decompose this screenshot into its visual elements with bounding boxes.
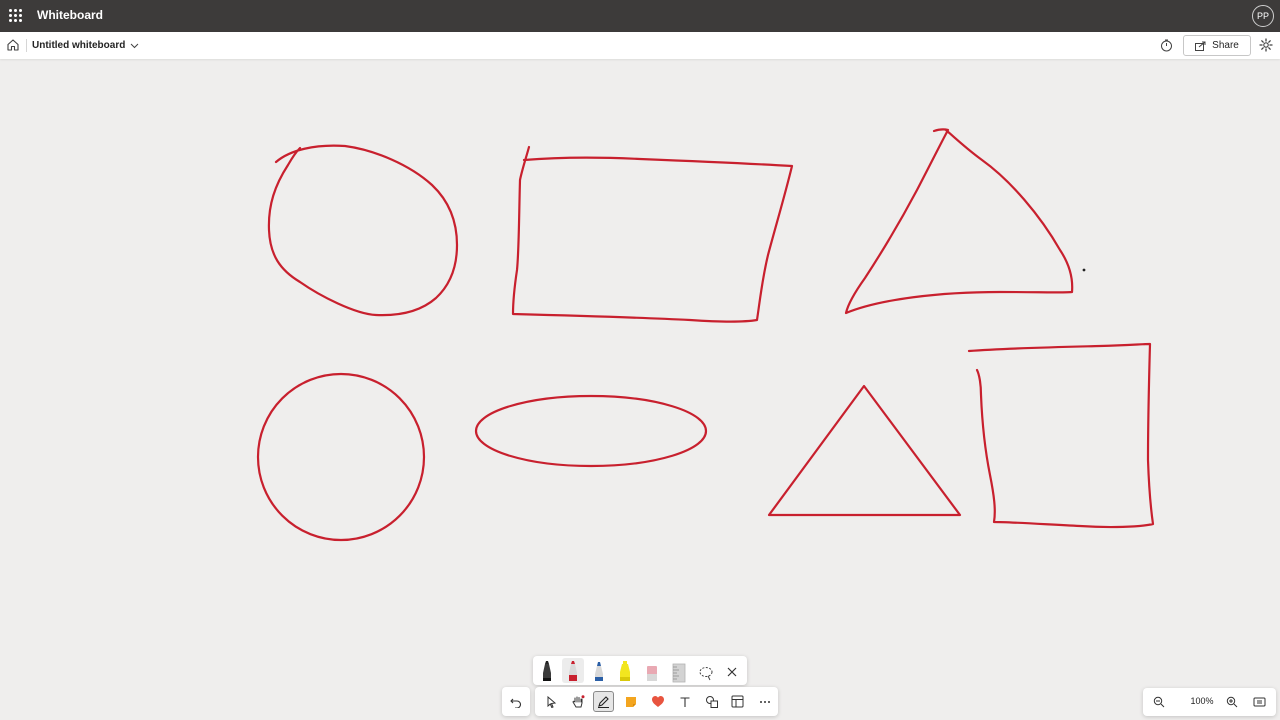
ink-dot[interactable] bbox=[1082, 268, 1086, 272]
main-toolbar bbox=[502, 687, 778, 716]
ink-stroke-rectangle[interactable] bbox=[511, 145, 794, 323]
app-header: Whiteboard PP bbox=[0, 0, 1280, 32]
ink-stroke-circle[interactable] bbox=[267, 144, 459, 317]
ink-shape-ellipse[interactable] bbox=[474, 394, 708, 468]
shapes-icon[interactable] bbox=[701, 691, 722, 712]
ink-stroke-square[interactable] bbox=[967, 342, 1155, 529]
select-icon[interactable] bbox=[540, 691, 561, 712]
document-bar: Untitled whiteboard Share bbox=[0, 32, 1280, 59]
ink-shape-circle[interactable] bbox=[256, 372, 426, 542]
undo-icon[interactable] bbox=[505, 691, 526, 712]
app-title: Whiteboard bbox=[37, 8, 103, 22]
divider bbox=[26, 39, 27, 52]
zoom-in-icon[interactable] bbox=[1224, 694, 1240, 710]
share-icon bbox=[1195, 41, 1206, 51]
document-title-menu[interactable]: Untitled whiteboard bbox=[32, 40, 139, 51]
zoom-level[interactable]: 100% bbox=[1179, 696, 1225, 706]
reactions-heart-icon[interactable] bbox=[647, 691, 668, 712]
document-title: Untitled whiteboard bbox=[32, 40, 126, 51]
eraser-icon[interactable] bbox=[641, 658, 663, 683]
zoom-controls: 100% bbox=[1143, 688, 1276, 716]
avatar[interactable]: PP bbox=[1252, 5, 1274, 27]
tools-group bbox=[535, 687, 778, 716]
whiteboard-canvas[interactable] bbox=[0, 59, 1280, 720]
ruler-icon[interactable] bbox=[668, 658, 690, 683]
zoom-out-icon[interactable] bbox=[1151, 694, 1167, 710]
home-icon[interactable] bbox=[6, 38, 20, 52]
fit-to-screen-icon[interactable] bbox=[1251, 694, 1267, 710]
ink-shape-triangle[interactable] bbox=[767, 384, 962, 517]
text-icon[interactable] bbox=[674, 691, 695, 712]
black-pen-icon[interactable] bbox=[536, 658, 558, 683]
ink-stroke-triangle[interactable] bbox=[844, 128, 1074, 315]
pan-hand-icon[interactable] bbox=[567, 691, 588, 712]
pen-tray bbox=[533, 656, 747, 685]
blue-pen-icon[interactable] bbox=[588, 658, 610, 683]
gear-icon[interactable] bbox=[1259, 38, 1273, 52]
more-options-icon[interactable] bbox=[754, 691, 775, 712]
close-icon[interactable] bbox=[721, 658, 743, 683]
templates-icon[interactable] bbox=[727, 691, 748, 712]
timer-icon[interactable] bbox=[1160, 39, 1173, 52]
inking-pen-icon[interactable] bbox=[593, 691, 614, 712]
undo-group bbox=[502, 687, 530, 716]
chevron-down-icon bbox=[130, 43, 139, 48]
highlighter-icon[interactable] bbox=[614, 658, 636, 683]
share-label: Share bbox=[1212, 40, 1239, 51]
share-button[interactable]: Share bbox=[1183, 35, 1251, 56]
red-pen-icon[interactable] bbox=[562, 658, 584, 683]
sticky-note-icon[interactable] bbox=[620, 691, 641, 712]
app-launcher-icon[interactable] bbox=[9, 9, 23, 23]
lasso-select-icon[interactable] bbox=[695, 658, 717, 683]
